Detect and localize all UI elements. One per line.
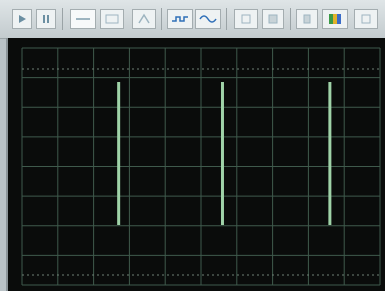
settings-button[interactable]	[322, 9, 348, 29]
sine-wave-button[interactable]	[195, 9, 221, 29]
trigger-icon	[138, 13, 150, 24]
toolbar-separator	[161, 8, 162, 30]
measure-icon	[105, 14, 119, 24]
zoom-icon	[241, 14, 251, 24]
square-wave-icon	[172, 16, 188, 22]
scope-canvas	[21, 47, 381, 286]
sine-wave-icon	[199, 15, 217, 23]
measure-button[interactable]	[100, 9, 124, 29]
settings-icon	[329, 14, 341, 24]
channel-icon	[268, 14, 278, 24]
toolbar-separator	[290, 8, 291, 30]
zoom-button[interactable]	[234, 9, 258, 29]
toolbar-separator	[62, 8, 63, 30]
oscilloscope-display[interactable]	[6, 38, 385, 291]
palette-button[interactable]	[296, 9, 318, 29]
play-icon	[19, 15, 26, 23]
toolbar	[0, 0, 385, 39]
cursor-button[interactable]	[70, 9, 96, 29]
run-button[interactable]	[12, 9, 32, 29]
overflow-icon	[361, 14, 371, 24]
cursor-icon	[76, 18, 90, 20]
trigger-button[interactable]	[132, 9, 156, 29]
pause-icon	[43, 15, 49, 23]
palette-icon	[303, 14, 311, 24]
pause-button[interactable]	[36, 9, 56, 29]
channel-button[interactable]	[262, 9, 284, 29]
square-wave-button[interactable]	[167, 9, 193, 29]
toolbar-separator	[226, 8, 227, 30]
overflow-button[interactable]	[354, 9, 378, 29]
